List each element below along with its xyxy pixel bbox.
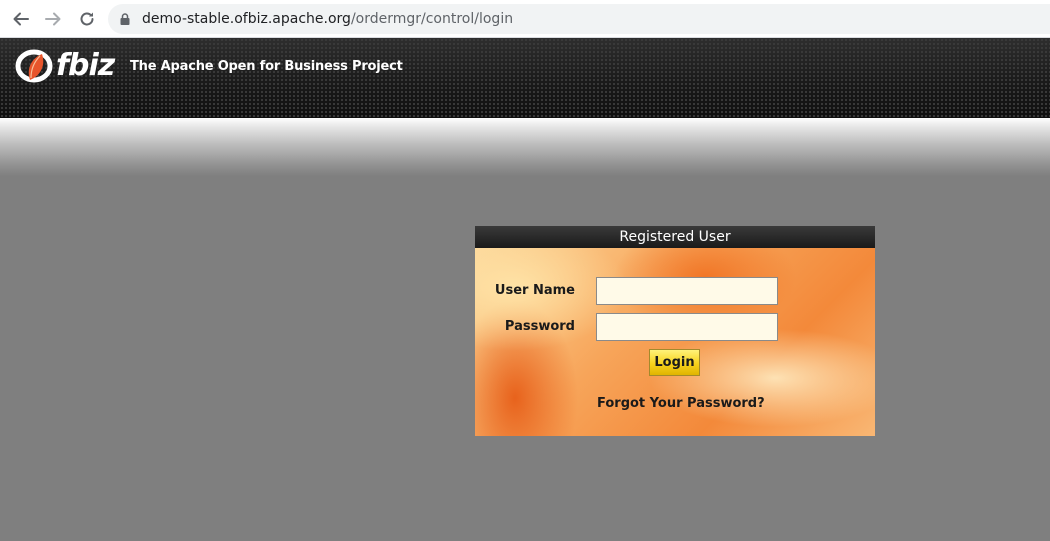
username-label: User Name xyxy=(494,283,575,298)
url-path: /ordermgr/control/login xyxy=(350,11,514,27)
url-host: demo-stable.ofbiz.apache.org xyxy=(142,11,351,27)
username-input[interactable] xyxy=(596,277,778,305)
ofbiz-logo[interactable]: fbiz xyxy=(12,46,116,86)
ofbiz-leaf-icon xyxy=(15,49,53,83)
header-band xyxy=(0,118,1050,176)
back-button[interactable] xyxy=(10,8,32,30)
browser-toolbar: demo-stable.ofbiz.apache.org/ordermgr/co… xyxy=(0,0,1050,38)
login-panel-title: Registered User xyxy=(475,226,875,248)
login-button[interactable]: Login xyxy=(649,349,700,376)
address-bar[interactable]: demo-stable.ofbiz.apache.org/ordermgr/co… xyxy=(108,4,1050,34)
header-title: The Apache Open for Business Project xyxy=(130,59,403,74)
forward-arrow-icon xyxy=(45,12,61,26)
reload-icon xyxy=(80,12,94,26)
password-label: Password xyxy=(504,319,575,334)
reload-button[interactable] xyxy=(76,8,98,30)
lock-icon xyxy=(120,13,130,25)
password-input[interactable] xyxy=(596,313,778,341)
logo-text: fbiz xyxy=(56,48,115,83)
forward-button[interactable] xyxy=(42,8,64,30)
login-panel: Registered User User Name Password Login… xyxy=(475,226,875,436)
url-text: demo-stable.ofbiz.apache.org/ordermgr/co… xyxy=(142,10,513,28)
back-arrow-icon xyxy=(13,12,29,26)
app-header: fbiz The Apache Open for Business Projec… xyxy=(0,38,1050,118)
forgot-password-link[interactable]: Forgot Your Password? xyxy=(597,396,765,411)
login-form: User Name Password Login Forgot Your Pas… xyxy=(475,248,875,436)
